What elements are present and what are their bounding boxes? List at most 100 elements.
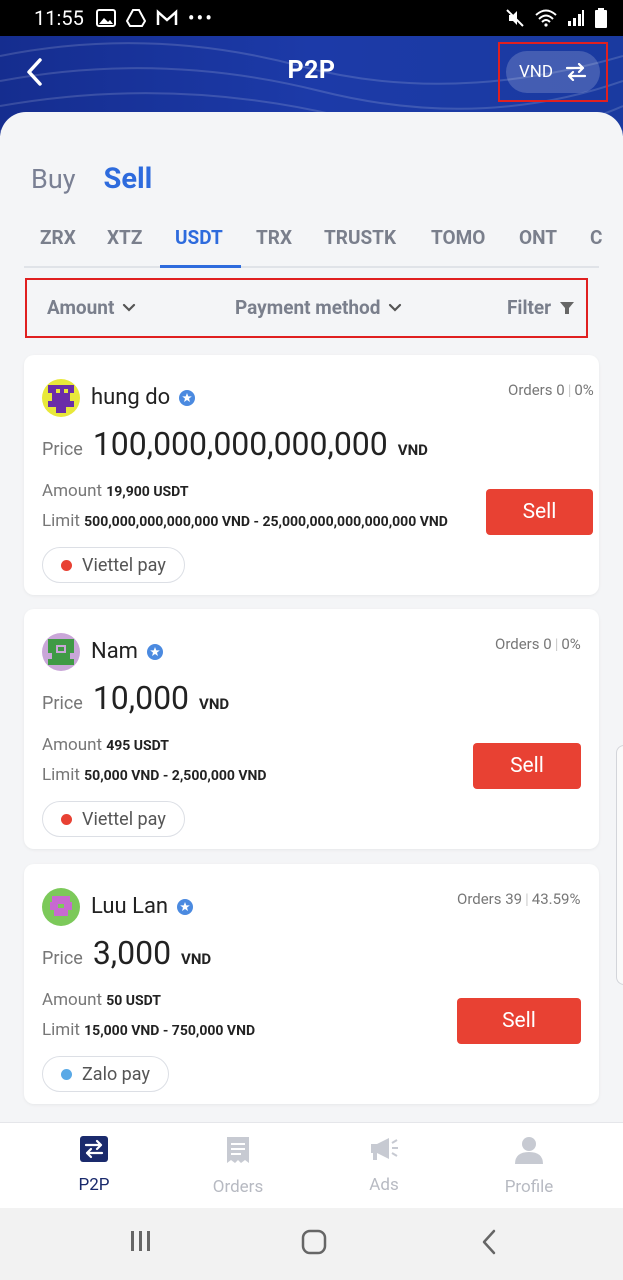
payment-filter-label: Payment method — [235, 296, 381, 319]
price-unit: VND — [181, 950, 212, 968]
amount-row: Amount 19,900 USDT — [42, 481, 189, 501]
seller-name-text: hung do — [91, 385, 171, 410]
offer-card: Nam Orders 0 | 0% Price 10,000 VND Amount … — [24, 609, 599, 849]
mute-icon — [506, 9, 524, 27]
currency-label: VND — [518, 62, 554, 82]
nav-p2p-label: P2P — [78, 1175, 110, 1195]
seller-name-text: Luu Lan — [91, 894, 169, 919]
wifi-icon — [535, 9, 557, 27]
amount-filter-label: Amount — [47, 296, 115, 319]
tab-sell[interactable]: Sell — [103, 162, 152, 196]
orders-stat: Orders 0 | 0% — [495, 635, 581, 653]
price-label: Price — [42, 948, 83, 969]
seller-name: Luu Lan — [91, 894, 194, 919]
currency-switch-highlight: VND — [498, 42, 608, 102]
seller-name: Nam — [91, 639, 164, 664]
orders-stat: Orders 39 | 43.59% — [457, 890, 581, 908]
currency-switch-button[interactable]: VND — [506, 51, 600, 93]
tab-buy[interactable]: Buy — [31, 163, 75, 195]
verified-badge-icon — [146, 643, 163, 660]
avatar — [42, 379, 80, 417]
swap-arrows-icon — [565, 63, 587, 81]
nav-p2p[interactable]: P2P — [34, 1135, 154, 1195]
system-back-icon[interactable] — [478, 1228, 502, 1256]
limit-value: 50,000 VND - 2,500,000 VND — [84, 768, 267, 784]
avatar — [42, 633, 80, 671]
p2p-swap-icon — [80, 1136, 108, 1162]
signal-icon — [568, 10, 584, 26]
side-panel-handle[interactable] — [616, 745, 623, 985]
price-row: Price 10,000 VND — [42, 679, 229, 717]
sell-button[interactable]: Sell — [457, 998, 581, 1044]
verified-badge-icon — [177, 898, 194, 915]
coin-tab-ont[interactable]: ONT — [519, 226, 557, 249]
limit-row: Limit 50,000 VND - 2,500,000 VND — [42, 765, 267, 785]
status-bar: 11:55 ••• — [0, 0, 623, 36]
recent-apps-icon[interactable] — [128, 1228, 154, 1254]
nav-ads-label: Ads — [369, 1175, 399, 1195]
mail-icon — [156, 9, 178, 25]
offer-card: hung do Orders 0 | 0% Price 100,000,000,00… — [24, 355, 599, 595]
chevron-down-icon — [389, 303, 402, 312]
coin-tabs-divider — [24, 266, 599, 268]
payment-method-chip: Viettel pay — [42, 801, 185, 837]
payment-dot — [61, 813, 72, 825]
amount-value: 50 USDT — [106, 993, 161, 1009]
nav-orders[interactable]: Orders — [178, 1135, 298, 1197]
person-icon — [515, 1137, 543, 1164]
seller-name: hung do — [91, 385, 196, 410]
system-navigation-bar — [0, 1208, 623, 1280]
limit-value: 15,000 VND - 750,000 VND — [84, 1023, 256, 1039]
drive-icon — [125, 9, 146, 27]
payment-method-label: Viettel pay — [82, 808, 166, 830]
coin-tab-trustk[interactable]: TRUSTK — [324, 226, 396, 249]
payment-method-label: Zalo pay — [82, 1063, 150, 1085]
limit-row: Limit 15,000 VND - 750,000 VND — [42, 1020, 256, 1040]
coin-tab-usdt[interactable]: USDT — [175, 226, 223, 249]
filter-button[interactable]: Filter — [507, 296, 575, 319]
price-row: Price 100,000,000,000,000 VND — [42, 425, 428, 463]
battery-icon — [595, 8, 607, 28]
trade-mode-tabs: Buy Sell — [31, 162, 152, 196]
funnel-icon — [560, 301, 575, 314]
status-time: 11:55 — [34, 6, 84, 30]
verified-badge-icon — [179, 389, 196, 406]
price-unit: VND — [199, 695, 230, 713]
offer-card: Luu Lan Orders 39 | 43.59% Price 3,000 VND… — [24, 864, 599, 1104]
price-label: Price — [42, 693, 83, 714]
bottom-navigation: P2P Orders Ads Profile — [0, 1122, 623, 1208]
payment-dot — [61, 1068, 72, 1080]
amount-value: 495 USDT — [106, 738, 169, 754]
coin-tab-partial[interactable]: C — [590, 226, 602, 249]
sell-button[interactable]: Sell — [486, 489, 593, 535]
nav-profile-label: Profile — [504, 1177, 554, 1197]
coin-tab-tomo[interactable]: TOMO — [431, 226, 485, 249]
nav-ads[interactable]: Ads — [324, 1135, 444, 1195]
more-notifications-icon: ••• — [187, 6, 215, 30]
payment-method-label: Viettel pay — [82, 554, 166, 576]
home-icon[interactable] — [300, 1228, 328, 1256]
coin-tabs: ZRX XTZ USDT TRX TRUSTK TOMO ONT C — [0, 214, 623, 268]
sell-button[interactable]: Sell — [473, 743, 581, 789]
coin-tab-zrx[interactable]: ZRX — [40, 226, 76, 249]
coin-tab-trx[interactable]: TRX — [256, 226, 292, 249]
price-value: 10,000 — [92, 679, 190, 717]
payment-method-filter[interactable]: Payment method — [235, 296, 402, 319]
receipt-icon — [227, 1137, 249, 1163]
price-row: Price 3,000 VND — [42, 934, 211, 972]
amount-filter[interactable]: Amount — [47, 296, 136, 319]
payment-method-chip: Viettel pay — [42, 547, 185, 583]
coin-tab-xtz[interactable]: XTZ — [107, 226, 142, 249]
gallery-icon — [95, 9, 116, 27]
amount-row: Amount 50 USDT — [42, 990, 161, 1010]
payment-method-chip: Zalo pay — [42, 1056, 169, 1092]
price-unit: VND — [397, 441, 428, 459]
nav-profile[interactable]: Profile — [469, 1135, 589, 1197]
limit-row: Limit 500,000,000,000,000 VND - 25,000,0… — [42, 511, 448, 531]
limit-value: 500,000,000,000,000 VND - 25,000,000,000… — [84, 514, 448, 530]
amount-row: Amount 495 USDT — [42, 735, 169, 755]
megaphone-icon — [371, 1138, 398, 1160]
price-value: 100,000,000,000,000 — [92, 425, 388, 463]
filter-bar: Amount Payment method Filter — [25, 278, 588, 338]
payment-dot — [61, 559, 72, 571]
